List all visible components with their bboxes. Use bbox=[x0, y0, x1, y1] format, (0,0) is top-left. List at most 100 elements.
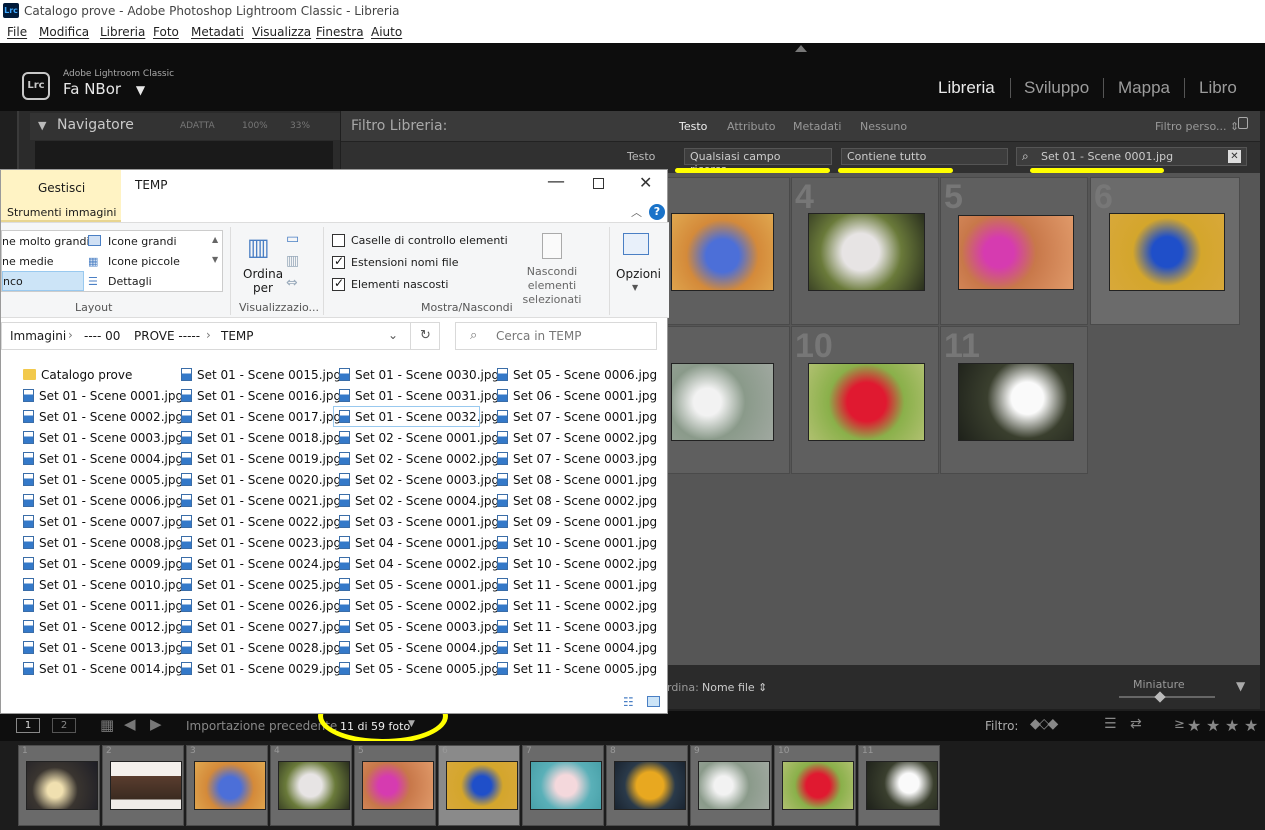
triangle-down-icon[interactable]: ▼ bbox=[38, 119, 46, 132]
filmstrip-thumbnail[interactable] bbox=[362, 761, 434, 810]
filmstrip-cell[interactable]: 2 bbox=[102, 745, 184, 826]
navigator-header[interactable]: ▼ Navigatore ADATTA 100% 33% bbox=[30, 113, 340, 140]
grid-cell-selected[interactable]: 6 bbox=[1090, 177, 1240, 325]
unedited-filter-icon[interactable]: ⇄ bbox=[1130, 716, 1142, 732]
photo-thumbnail[interactable] bbox=[958, 215, 1074, 290]
star-icon[interactable]: ★ bbox=[1225, 716, 1239, 735]
star-icon[interactable]: ★ bbox=[1206, 716, 1220, 735]
filmstrip-cell-selected[interactable]: 6 bbox=[438, 745, 520, 826]
custom-filter-select[interactable]: Filtro perso... ⇕ bbox=[1155, 120, 1239, 133]
file-item[interactable]: Set 01 - Scene 0021.jpg bbox=[181, 494, 341, 508]
size-columns-icon[interactable]: ⇔ bbox=[286, 275, 298, 291]
filmstrip-cell[interactable]: 4 bbox=[270, 745, 352, 826]
grid-cell[interactable]: 10 bbox=[791, 326, 939, 474]
file-item[interactable]: Set 05 - Scene 0003.jpg bbox=[339, 620, 499, 634]
sort-select[interactable]: Nome file ⇕ bbox=[702, 681, 767, 694]
module-libro[interactable]: Libro bbox=[1199, 78, 1237, 98]
flag-filter-icons[interactable]: ◆◇◆ bbox=[1030, 716, 1058, 732]
filmstrip-cell[interactable]: 5 bbox=[354, 745, 436, 826]
file-item[interactable]: Set 04 - Scene 0001.jpg bbox=[339, 536, 499, 550]
photo-thumbnail[interactable] bbox=[1109, 213, 1225, 291]
file-item[interactable]: Set 01 - Scene 0006.jpg bbox=[23, 494, 183, 508]
filmstrip-cell[interactable]: 3 bbox=[186, 745, 268, 826]
file-extensions-checkbox[interactable] bbox=[332, 254, 345, 269]
sort-by-button[interactable]: Ordina per bbox=[243, 267, 283, 295]
module-sviluppo[interactable]: Sviluppo bbox=[1024, 78, 1089, 98]
file-item[interactable]: Set 01 - Scene 0010.jpg bbox=[23, 578, 183, 592]
file-item[interactable]: Set 10 - Scene 0002.jpg bbox=[497, 557, 657, 571]
layout-large[interactable]: Icone grandi bbox=[108, 235, 177, 248]
breadcrumb-prove[interactable]: PROVE ----- bbox=[134, 329, 200, 343]
filmstrip-thumbnail[interactable] bbox=[26, 761, 98, 810]
file-item[interactable]: Set 07 - Scene 0003.jpg bbox=[497, 452, 657, 466]
filmstrip-thumbnail[interactable] bbox=[446, 761, 518, 810]
refresh-icon[interactable]: ↻ bbox=[420, 328, 431, 343]
zoom-100[interactable]: 100% bbox=[242, 121, 268, 131]
filter-tab-attributo[interactable]: Attributo bbox=[727, 120, 776, 133]
file-item[interactable]: Set 01 - Scene 0029.jpg bbox=[181, 662, 341, 676]
chevron-down-icon[interactable]: ⌄ bbox=[388, 328, 398, 342]
filmstrip-thumbnail[interactable] bbox=[194, 761, 266, 810]
details-view-icon[interactable]: ☷ bbox=[623, 695, 634, 709]
file-item[interactable]: Set 05 - Scene 0004.jpg bbox=[339, 641, 499, 655]
file-item[interactable]: Set 01 - Scene 0013.jpg bbox=[23, 641, 183, 655]
file-item[interactable]: Set 02 - Scene 0004.jpg bbox=[339, 494, 499, 508]
grid-cell[interactable]: 11 bbox=[940, 326, 1088, 474]
folder-item[interactable]: Catalogo prove bbox=[23, 368, 132, 382]
minimize-icon[interactable]: — bbox=[547, 171, 565, 192]
grid-cell[interactable]: 4 bbox=[791, 177, 939, 325]
large-icons-view-icon[interactable] bbox=[647, 696, 660, 707]
photo-thumbnail[interactable] bbox=[958, 363, 1074, 441]
file-item[interactable]: Set 11 - Scene 0002.jpg bbox=[497, 599, 657, 613]
identity-plate[interactable]: Fa NBor ▼ bbox=[63, 80, 145, 98]
caret-down-icon[interactable]: ▼ bbox=[136, 83, 145, 97]
layout-medium[interactable]: ne medie bbox=[2, 255, 54, 268]
filmstrip-thumbnail[interactable] bbox=[698, 761, 770, 810]
menu-metadati[interactable]: Metadati bbox=[191, 25, 244, 39]
file-item[interactable]: Set 01 - Scene 0022.jpg bbox=[181, 515, 341, 529]
filmstrip-cell[interactable]: 9 bbox=[690, 745, 772, 826]
file-item[interactable]: Set 03 - Scene 0001.jpg bbox=[339, 515, 499, 529]
grid-view-icon[interactable]: ▦ bbox=[100, 716, 114, 734]
file-item[interactable]: Set 01 - Scene 0024.jpg bbox=[181, 557, 341, 571]
filmstrip-thumbnail[interactable] bbox=[278, 761, 350, 810]
back-arrow-icon[interactable]: ◀ bbox=[124, 715, 136, 733]
tab-strumenti-immagini[interactable]: Strumenti immagini bbox=[1, 202, 121, 222]
file-item[interactable]: Set 01 - Scene 0032.jpg bbox=[339, 410, 499, 424]
filter-tab-metadati[interactable]: Metadati bbox=[793, 120, 841, 133]
file-item[interactable]: Set 11 - Scene 0001.jpg bbox=[497, 578, 657, 592]
file-item[interactable]: Set 11 - Scene 0003.jpg bbox=[497, 620, 657, 634]
file-item[interactable]: Set 02 - Scene 0002.jpg bbox=[339, 452, 499, 466]
menu-finestra[interactable]: Finestra bbox=[316, 25, 364, 39]
collapse-top-icon[interactable] bbox=[795, 45, 807, 52]
file-item[interactable]: Set 09 - Scene 0001.jpg bbox=[497, 515, 657, 529]
hide-selected-button[interactable]: Nascondi elementi selezionati bbox=[501, 265, 603, 307]
photo-thumbnail[interactable] bbox=[808, 213, 925, 291]
scroll-up-icon[interactable]: ▲ bbox=[212, 235, 218, 244]
file-item[interactable]: Set 07 - Scene 0001.jpg bbox=[497, 410, 657, 424]
file-item[interactable]: Set 01 - Scene 0007.jpg bbox=[23, 515, 183, 529]
file-item[interactable]: Set 01 - Scene 0023.jpg bbox=[181, 536, 341, 550]
breadcrumb-00[interactable]: ---- 00 bbox=[84, 329, 120, 343]
file-item[interactable]: Set 07 - Scene 0002.jpg bbox=[497, 431, 657, 445]
filmstrip-thumbnail[interactable] bbox=[614, 761, 686, 810]
file-item[interactable]: Set 01 - Scene 0015.jpg bbox=[181, 368, 341, 382]
file-item[interactable]: Set 01 - Scene 0020.jpg bbox=[181, 473, 341, 487]
file-item[interactable]: Set 04 - Scene 0002.jpg bbox=[339, 557, 499, 571]
menu-libreria[interactable]: Libreria bbox=[100, 25, 145, 39]
lock-icon[interactable] bbox=[1238, 117, 1248, 129]
photo-thumbnail[interactable] bbox=[671, 363, 774, 441]
file-item[interactable]: Set 01 - Scene 0017.jpg bbox=[181, 410, 341, 424]
file-item[interactable]: Set 01 - Scene 0031.jpg bbox=[339, 389, 499, 403]
page-2-button[interactable]: 2 bbox=[52, 718, 76, 733]
filmstrip-thumbnail[interactable] bbox=[782, 761, 854, 810]
menu-modifica[interactable]: Modifica bbox=[39, 25, 89, 39]
options-caret-icon[interactable]: ▼ bbox=[632, 283, 638, 292]
maximize-icon[interactable] bbox=[593, 178, 604, 189]
file-item[interactable]: Set 05 - Scene 0002.jpg bbox=[339, 599, 499, 613]
filter-tab-nessuno[interactable]: Nessuno bbox=[860, 120, 907, 133]
star-icon[interactable]: ★ bbox=[1244, 716, 1258, 735]
menu-visualizza[interactable]: Visualizza bbox=[252, 25, 311, 39]
help-icon[interactable]: ? bbox=[649, 204, 665, 220]
file-item[interactable]: Set 01 - Scene 0009.jpg bbox=[23, 557, 183, 571]
